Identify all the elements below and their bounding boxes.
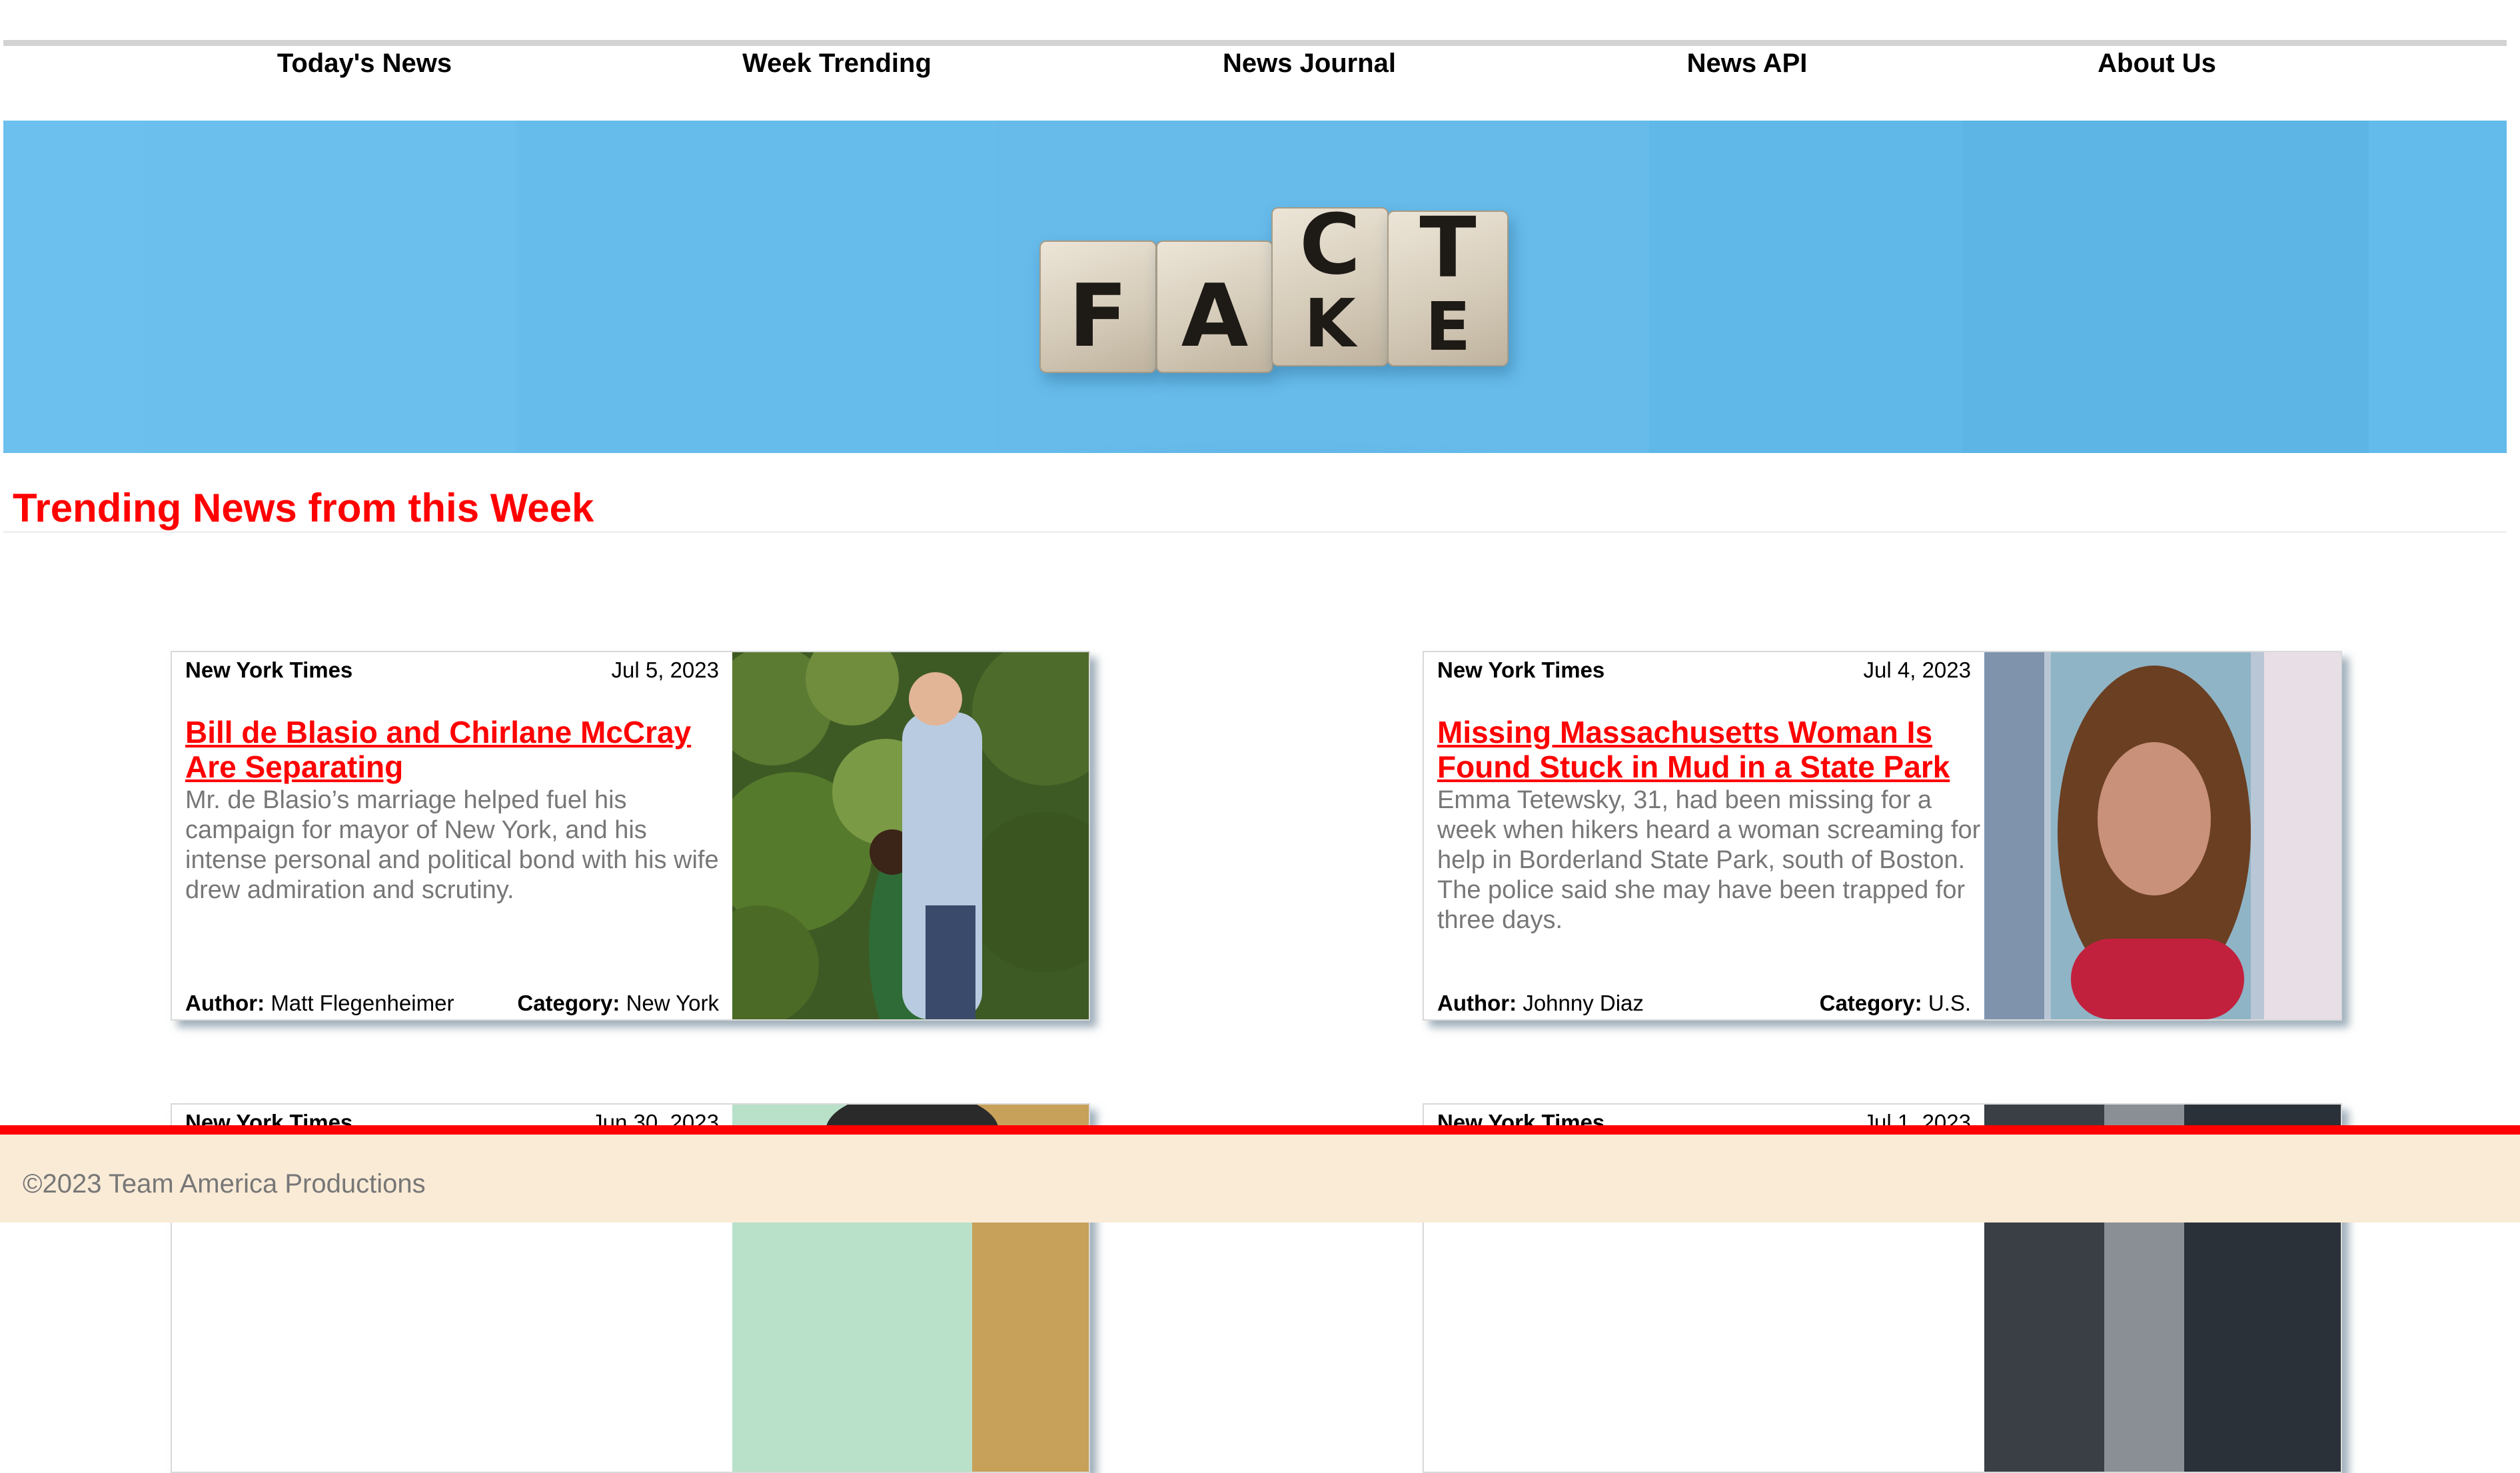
card-date: Jul 4, 2023: [1863, 658, 1971, 682]
card-author: Author: Johnny Diaz: [1437, 991, 1644, 1015]
footer-copyright: ©2023 Team America Productions: [23, 1169, 426, 1199]
letter-cube-f: F: [1039, 241, 1157, 373]
letter-cube-a: A: [1156, 241, 1273, 373]
footer-accent-line: [0, 1125, 2520, 1135]
nav-item-news-api[interactable]: News API: [1687, 49, 1808, 79]
letter-cube-t-e: T E: [1387, 207, 1509, 366]
nav-item-week-trending[interactable]: Week Trending: [742, 49, 932, 79]
card-category: Category: U.S.: [1819, 991, 1971, 1015]
woman-portrait-photo: [1984, 652, 2341, 1019]
card-summary: Emma Tetewsky, 31, had been missing for …: [1437, 786, 1981, 934]
nav-item-about-us[interactable]: About Us: [2098, 49, 2216, 79]
news-card: New York Times Jul 4, 2023 Missing Massa…: [1423, 651, 2342, 1021]
footer: ©2023 Team America Productions: [0, 1135, 2520, 1223]
card-author: Author: Matt Flegenheimer: [185, 991, 454, 1015]
card-date: Jul 5, 2023: [611, 658, 719, 682]
card-source: New York Times: [1437, 658, 1605, 682]
card-source: New York Times: [185, 658, 353, 682]
card-headline-link[interactable]: Bill de Blasio and Chirlane McCray Are S…: [185, 715, 718, 784]
hero-banner-image: F A C K T E: [3, 121, 2507, 453]
main-nav: Today's News Week Trending News Journal …: [0, 46, 2520, 81]
card-headline-link[interactable]: Missing Massachusetts Woman Is Found Stu…: [1437, 715, 1970, 784]
title-divider: [3, 531, 2507, 533]
nav-item-news-journal[interactable]: News Journal: [1223, 49, 1396, 79]
nav-top-border: [3, 40, 2507, 46]
card-category: Category: New York: [517, 991, 719, 1015]
news-card: New York Times Jul 5, 2023 Bill de Blasi…: [171, 651, 1090, 1021]
section-title: Trending News from this Week: [13, 486, 594, 530]
card-summary: Mr. de Blasio’s marriage helped fuel his…: [185, 786, 719, 904]
nav-item-todays-news[interactable]: Today's News: [277, 49, 452, 79]
couple-photo: [732, 652, 1089, 1019]
letter-cube-c-k: C K: [1271, 203, 1389, 366]
